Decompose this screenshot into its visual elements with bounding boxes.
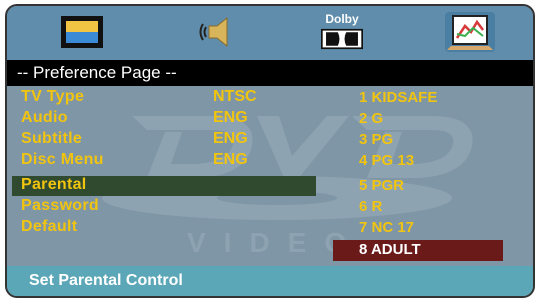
menu-item-audio[interactable]: Audio <box>21 109 68 127</box>
page-title: -- Preference Page -- <box>17 63 177 82</box>
rating-option-1[interactable]: 1 KIDSAFE <box>359 89 437 106</box>
audio-value: ENG <box>213 109 248 126</box>
rating-option-7[interactable]: 7 NC 17 <box>359 219 414 236</box>
menu-item-password[interactable]: Password <box>21 197 99 215</box>
subtitle-value: ENG <box>213 130 248 147</box>
disc-menu-value: ENG <box>213 151 248 168</box>
rating-option-5[interactable]: 5 PGR <box>359 177 404 194</box>
tv-type-value: NTSC <box>213 88 257 105</box>
page-title-bar: -- Preference Page -- <box>7 60 533 86</box>
category-toolbar: Dolby <box>7 6 533 60</box>
general-setup-icon[interactable] <box>59 12 105 52</box>
rating-option-4[interactable]: 4 PG 13 <box>359 152 414 169</box>
rating-option-3[interactable]: 3 PG <box>359 131 393 148</box>
preference-setup-icon[interactable] <box>445 12 495 52</box>
rating-option-8[interactable]: 8 ADULT <box>359 241 421 258</box>
menu-item-disc-menu[interactable]: Disc Menu <box>21 151 104 169</box>
menu-item-tv-type[interactable]: TV Type <box>21 88 84 106</box>
dolby-digital-icon[interactable]: Dolby <box>317 12 367 52</box>
rating-option-6[interactable]: 6 R <box>359 198 382 215</box>
rating-option-2[interactable]: 2 G <box>359 110 383 127</box>
menu-item-default[interactable]: Default <box>21 218 77 236</box>
status-bar: Set Parental Control <box>7 266 533 296</box>
dolby-label: Dolby <box>325 12 359 26</box>
status-text: Set Parental Control <box>29 272 183 289</box>
setup-menu-window: Dolby -- Preference Page -- VIDEO TV Typ… <box>5 4 535 298</box>
menu-item-subtitle[interactable]: Subtitle <box>21 130 82 148</box>
menu-content: VIDEO TV Type Audio Subtitle Disc Menu P… <box>7 86 533 266</box>
audio-setup-icon[interactable] <box>195 12 241 52</box>
menu-item-parental[interactable]: Parental <box>21 176 87 194</box>
